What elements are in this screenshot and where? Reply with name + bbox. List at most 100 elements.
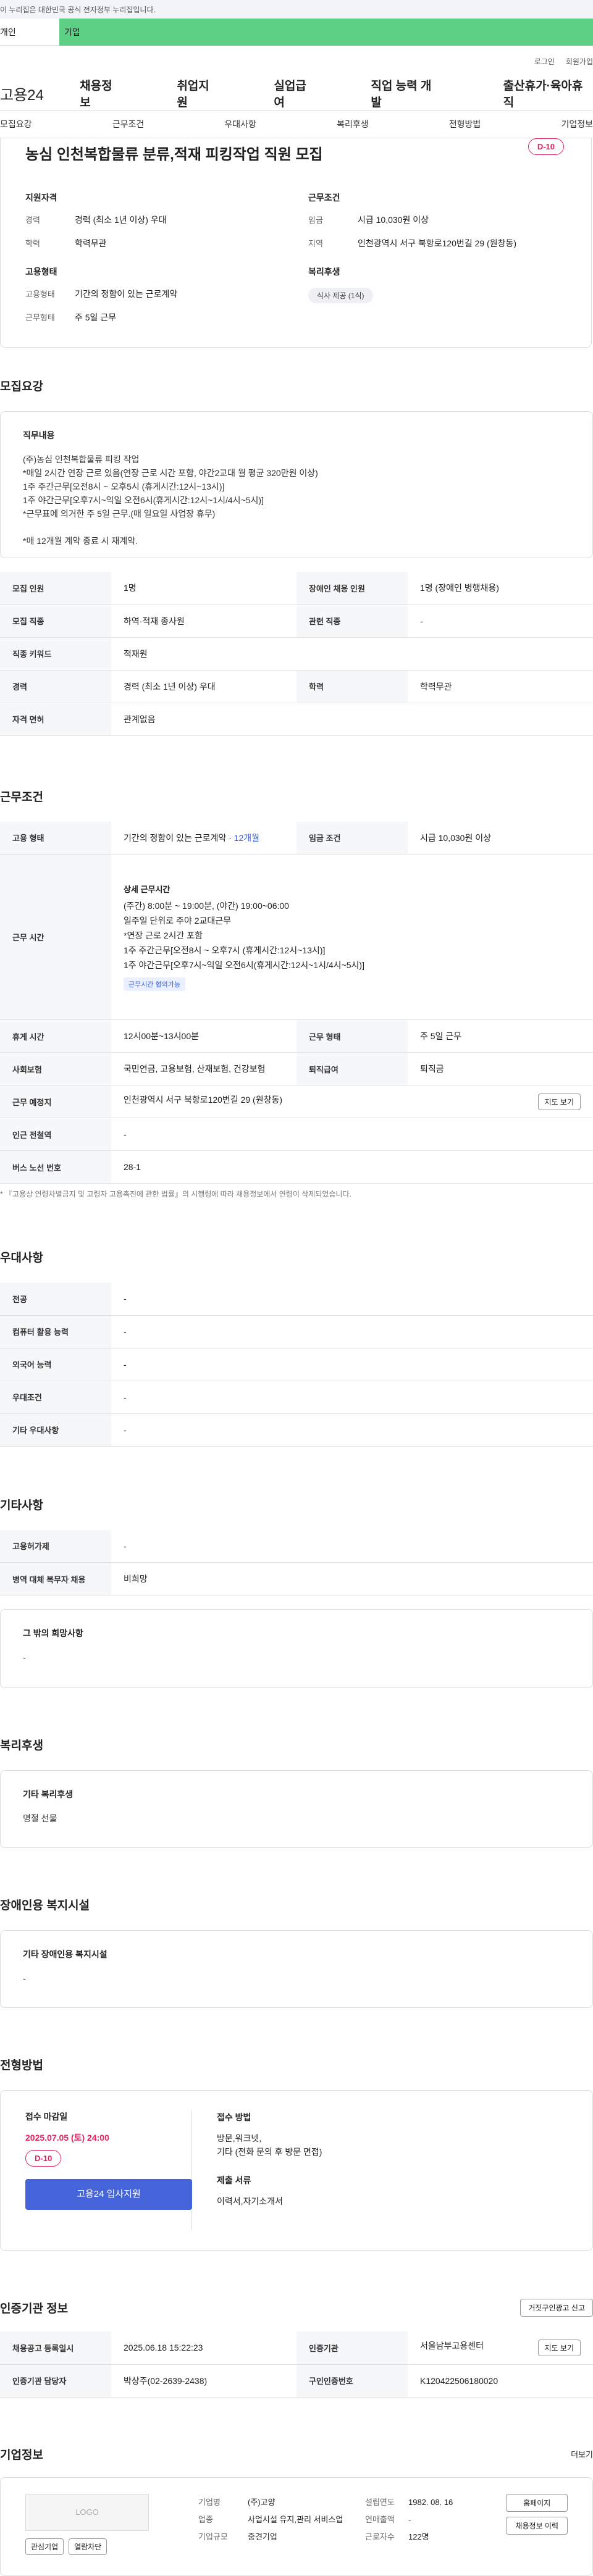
gnb-item[interactable]: 출산휴가·육아휴직 [503, 77, 593, 110]
label: 고용허가제 [0, 1529, 111, 1563]
login-link[interactable]: 로그인 [534, 56, 555, 67]
label: 자격 면허 [0, 703, 111, 736]
value: 인천광역시 서구 북항로120번길 29 (원창동) [358, 238, 517, 248]
value: 서울남부고용센터 지도 보기 [408, 2331, 593, 2365]
anchor-nav: 모집요강 근무조건 우대사항 복리후생 전형방법 기업정보 [0, 111, 593, 138]
anchor-item[interactable]: 기업정보 [561, 118, 593, 130]
value: - [111, 1315, 593, 1349]
emp-heading: 고용형태 [25, 267, 57, 277]
table-row: 채용공고 등록일시 2025.06.18 15:22:23 인증기관 서울남부고용센터… [0, 2331, 593, 2365]
welfare-heading: 복리후생 [308, 267, 340, 277]
block-button[interactable]: 열람차단 [69, 2538, 107, 2555]
anchor-item[interactable]: 우대사항 [224, 118, 256, 130]
top-tabs: 개인 기업 [0, 19, 593, 46]
util-nav: 로그인 회원가입 [0, 46, 593, 77]
value: 경력 (최소 1년 이상) 우대 [75, 215, 167, 225]
label: 인근 전철역 [0, 1118, 111, 1151]
company-box: LOGO 관심기업 열람차단 기업명 (주)고양 업종 사업시설 유지,관리 서비스… [0, 2477, 593, 2576]
label: 외국어 능력 [0, 1348, 111, 1381]
section-heading: 우대사항 [0, 1252, 43, 1265]
table-row: 인근 전철역 - [0, 1118, 593, 1151]
pref-table: 전공 - 컴퓨터 활용 능력 - 외국어 능력 - 우대조건 - 기타 우대사항 - [0, 1282, 593, 1447]
value: 국민연금, 고용보험, 산재보험, 건강보험 [111, 1052, 296, 1085]
apply-box: 접수 마감일 2025.07.05 (토) 24:00 D-10 고용24 입사… [0, 2090, 593, 2251]
label: 근무형태 [25, 313, 55, 322]
table-row: 휴게 시간 12시00분~13시00분 근무 형태 주 5일 근무 [0, 1019, 593, 1053]
label: 사회보험 [0, 1052, 111, 1085]
label: 컴퓨터 활용 능력 [0, 1315, 111, 1349]
section-heading: 기업정보 [0, 2448, 43, 2462]
label: 임금 [308, 215, 323, 225]
gnb-item[interactable]: 채용정보 [80, 77, 123, 110]
label: 인증기관 [296, 2331, 408, 2365]
anchor-item[interactable]: 전형방법 [449, 118, 481, 130]
label: 학력 [25, 239, 40, 248]
map-button[interactable]: 지도 보기 [537, 1093, 581, 1110]
label: 채용공고 등록일시 [0, 2331, 111, 2365]
signup-link[interactable]: 회원가입 [566, 56, 593, 67]
value: 기간의 정함이 있는 근로계약 · 12개월 [111, 821, 296, 855]
anchor-item[interactable]: 근무조건 [112, 118, 145, 130]
label: 근무 형태 [296, 1019, 408, 1053]
label: 연매출액 [365, 2514, 395, 2524]
value: 시급 10,030원 이상 [358, 215, 429, 225]
deadline-value: 2025.07.05 (토) 24:00 [25, 2133, 109, 2143]
label: 병역 대체 복무자 채용 [0, 1562, 111, 1595]
gnb-item[interactable]: 직업 능력 개발 [371, 77, 442, 110]
table-row: 근무 시간 상세 근무시간 (주간) 8:00분 ~ 19:00분, (야간) … [0, 854, 593, 1020]
table-row: 기타 우대사항 - [0, 1413, 593, 1447]
apply-button[interactable]: 고용24 입사지원 [25, 2179, 192, 2210]
report-button[interactable]: 거짓구인광고 신고 [520, 2299, 593, 2317]
value: 시급 10,030원 이상 [408, 821, 593, 855]
label: 퇴직급여 [296, 1052, 408, 1085]
value: - [111, 1413, 593, 1447]
table-row: 우대조건 - [0, 1381, 593, 1414]
job-title: 농심 인천복합물류 분류,적재 피킹작업 직원 모집 [25, 146, 323, 163]
etc-box: 그 밖의 희망사항 - [0, 1609, 593, 1688]
anchor-item[interactable]: 모집요강 [0, 118, 32, 130]
anchor-item[interactable]: 복리후생 [337, 118, 369, 130]
value: 학력무관 [408, 670, 593, 703]
label: 임금 조건 [296, 821, 408, 855]
tab-company[interactable]: 기업 [59, 19, 593, 46]
label: 기업규모 [198, 2532, 228, 2541]
site-logo[interactable]: 고용24 [0, 83, 57, 104]
box-heading: 기타 복리후생 [23, 1789, 74, 1799]
more-link[interactable]: 더보기 [571, 2448, 593, 2460]
table-row: 모집 직종 하역·적재 종사원 관련 직종 - [0, 604, 593, 638]
label: 고용형태 [25, 290, 55, 299]
welfare-pill: 식사 제공 (1식) [308, 288, 373, 303]
homepage-button[interactable]: 홈페이지 [506, 2493, 568, 2512]
value: 경력 (최소 1년 이상) 우대 [111, 670, 296, 703]
gov-banner-text: 이 누리집은 대한민국 공식 전자정부 누리집입니다. [0, 5, 156, 14]
tab-personal[interactable]: 개인 [0, 19, 59, 46]
label: 근로자수 [365, 2532, 395, 2541]
value: - [111, 1529, 593, 1563]
value: 28-1 [111, 1150, 593, 1184]
label: 전공 [0, 1282, 111, 1316]
fav-button[interactable]: 관심기업 [25, 2538, 64, 2555]
table-row: 컴퓨터 활용 능력 - [0, 1315, 593, 1349]
section-heading: 전형방법 [0, 2059, 43, 2072]
value: - [111, 1381, 593, 1414]
value: 하역·적재 종사원 [111, 604, 296, 638]
gnb-item[interactable]: 취업지원 [177, 77, 220, 110]
gnb-item[interactable]: 실업급여 [274, 77, 317, 110]
docs-label: 제출 서류 [217, 2175, 251, 2185]
recruit-table: 모집 인원 1명 장애인 채용 인원 1명 (장애인 병행채용) 모집 직종 하역·적재… [0, 572, 593, 736]
cond-heading: 근무조건 [308, 193, 340, 203]
label: 모집 인원 [0, 572, 111, 605]
label: 근무 시간 [0, 854, 111, 1020]
label: 우대조건 [0, 1381, 111, 1414]
dday-badge: D-10 [25, 2150, 62, 2167]
value: 관계없음 [111, 703, 593, 736]
value: - [111, 1118, 593, 1151]
section-heading: 장애인용 복지시설 [0, 1899, 90, 1912]
history-button[interactable]: 채용정보 이력 [506, 2516, 568, 2535]
label: 버스 노선 번호 [0, 1150, 111, 1184]
label: 지역 [308, 239, 323, 248]
value: 122명 [408, 2532, 429, 2541]
label: 경력 [0, 670, 111, 703]
value: 사업시설 유지,관리 서비스업 [248, 2514, 343, 2524]
map-button[interactable]: 지도 보기 [537, 2339, 581, 2356]
